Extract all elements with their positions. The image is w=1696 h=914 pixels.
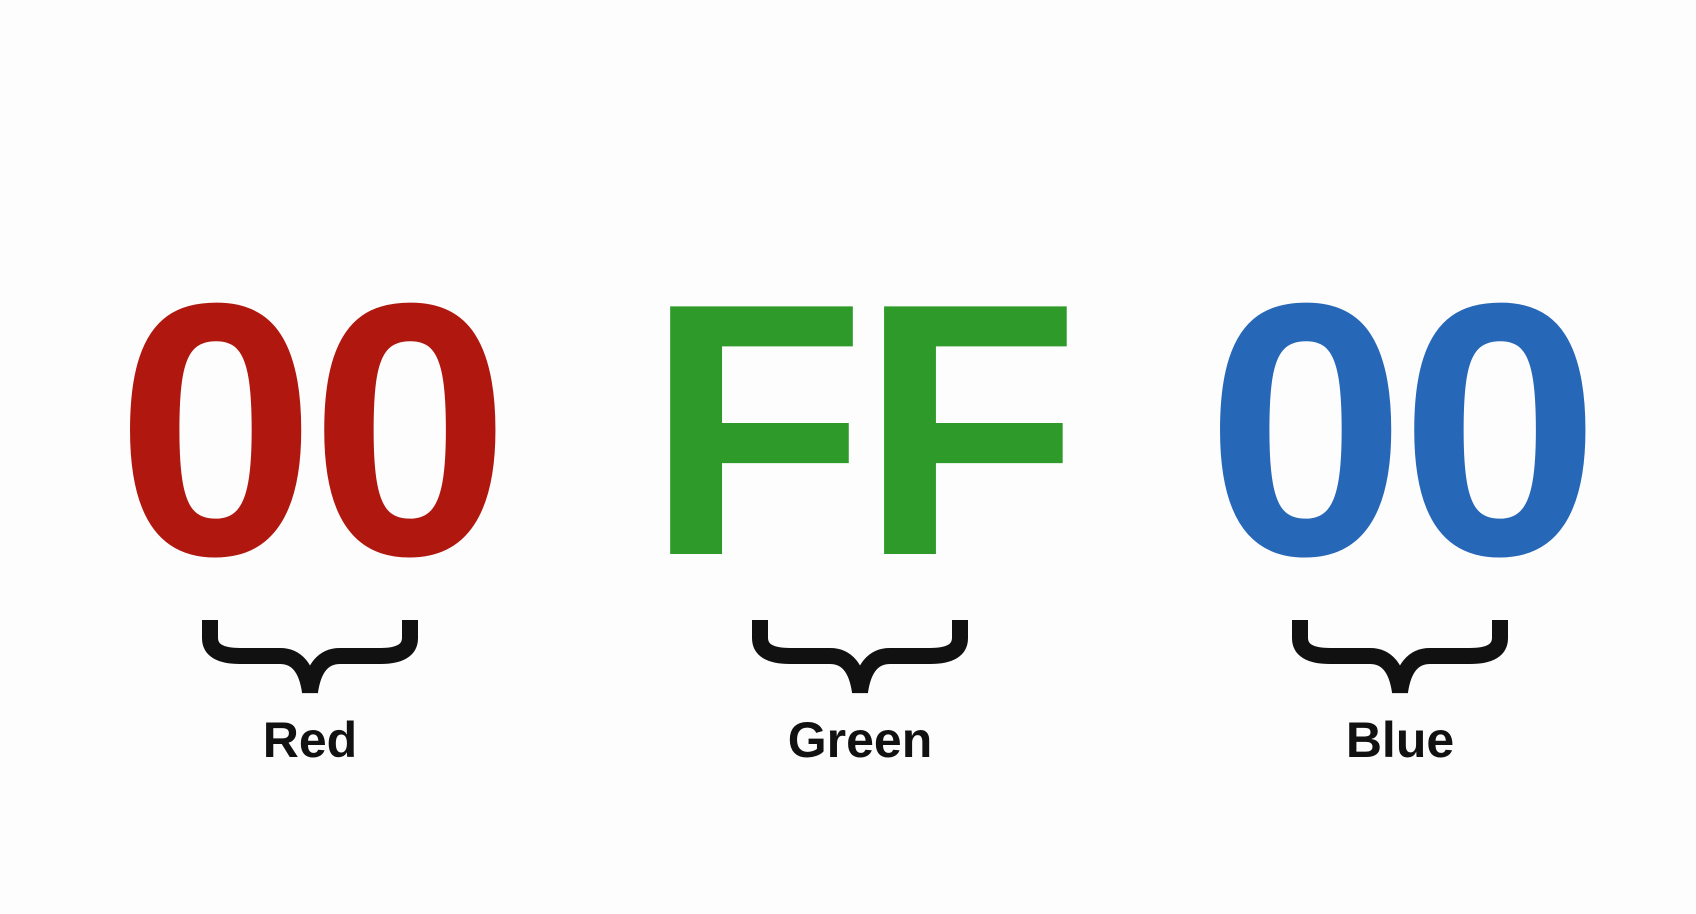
curly-brace-down-icon — [202, 620, 418, 694]
curly-brace-down-icon — [1292, 620, 1508, 694]
red-label: Red — [262, 712, 358, 768]
channel-green: FF Green — [620, 229, 1100, 790]
green-label: Green — [787, 712, 933, 768]
channel-red: 00 Red — [95, 229, 525, 790]
green-hex-value: FF — [646, 229, 1080, 631]
blue-hex-value: 00 — [1205, 229, 1600, 631]
channel-blue: 00 Blue — [1185, 229, 1615, 790]
blue-label: Blue — [1345, 712, 1455, 768]
red-hex-value: 00 — [115, 229, 510, 631]
curly-brace-down-icon — [752, 620, 968, 694]
